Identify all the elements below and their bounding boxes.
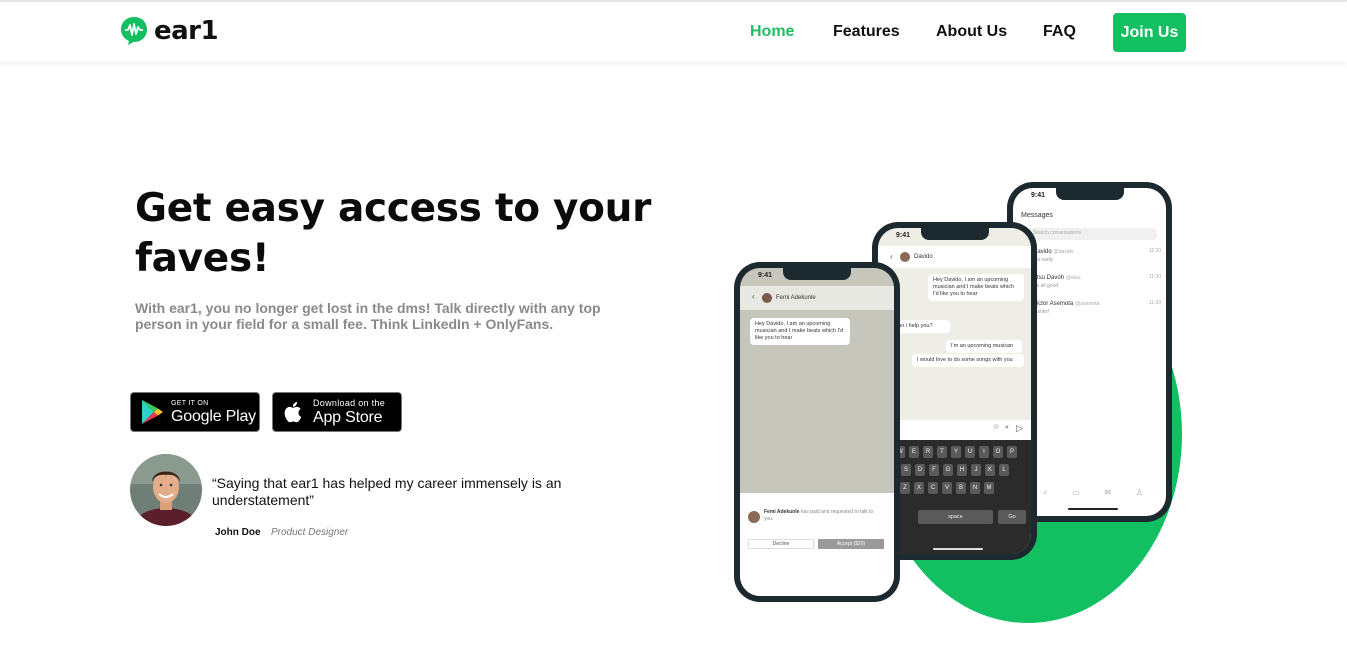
key-e[interactable]: E (909, 446, 919, 458)
chat-contact-name: Davido (914, 254, 933, 260)
key-s[interactable]: S (901, 464, 911, 476)
key-u[interactable]: U (965, 446, 975, 458)
testimonial-role: Product Designer (271, 527, 349, 538)
google-play-icon (142, 400, 163, 424)
testimonial-author: John Doe (215, 527, 261, 538)
go-key[interactable]: Go (998, 510, 1026, 524)
conversation-item[interactable]: Victor Asemota @asemota 11:30 thanks! (1033, 300, 1161, 326)
key-j[interactable]: J (971, 464, 981, 476)
back-icon[interactable]: ‹ (752, 292, 755, 301)
decline-button[interactable]: Decline (748, 539, 814, 549)
key-b[interactable]: B (956, 482, 966, 494)
hero-subtext: With ear1, you no longer get lost in the… (135, 300, 601, 332)
messages-title: Messages (1021, 212, 1053, 219)
profile-icon[interactable]: ♙ (1136, 488, 1143, 498)
key-m[interactable]: M (984, 482, 994, 494)
google-play-label: Google Play (171, 407, 256, 425)
key-h[interactable]: H (957, 464, 967, 476)
contact-avatar (900, 252, 910, 262)
contact-avatar (762, 293, 772, 303)
google-play-small-label: GET IT ON (171, 399, 209, 407)
status-time: 9:41 (1031, 192, 1046, 199)
status-time: 9:41 (896, 232, 911, 239)
key-o[interactable]: O (993, 446, 1003, 458)
attach-icon[interactable]: ⊘ (993, 423, 999, 431)
request-sheet: Femi Adekunle has paid and requested to … (740, 493, 894, 596)
key-r[interactable]: R (923, 446, 933, 458)
conversation-list: Davido @davido 11:30 not really Atsu Dav… (1033, 248, 1161, 326)
nav-faq[interactable]: FAQ (1043, 23, 1076, 41)
key-g[interactable]: G (943, 464, 953, 476)
nav-about-us[interactable]: About Us (936, 23, 1007, 41)
testimonial-avatar (130, 454, 202, 526)
conversation-item[interactable]: Davido @davido 11:30 not really (1033, 248, 1161, 274)
app-store-small-label: Download on the (313, 397, 386, 408)
chat-message: Hey Davido, I am an upcoming musician an… (928, 274, 1024, 301)
keyboard: QWERTYUIOPASDFGHJKLZXCVBNM space Go (878, 440, 1031, 554)
app-store-label: App Store (313, 408, 383, 426)
back-icon[interactable]: ‹ (890, 252, 893, 261)
message-input[interactable]: ▷ ● ⊘ (878, 420, 1031, 440)
search-icon[interactable]: ⌕ (1043, 488, 1047, 498)
tab-bar: ⌕ ▭ ✉ ♙ (1043, 488, 1143, 498)
key-v[interactable]: V (942, 482, 952, 494)
hero-headline: Get easy access to your faves! (135, 186, 652, 281)
google-play-button[interactable]: GET IT ON Google Play (130, 392, 260, 432)
chat-message: I'm an upcoming musican (946, 340, 1022, 353)
key-c[interactable]: C (928, 482, 938, 494)
key-x[interactable]: X (914, 482, 924, 494)
key-p[interactable]: P (1007, 446, 1017, 458)
key-k[interactable]: K (985, 464, 995, 476)
phone-request: 9:41 ‹ Femi Adekunle Hey Davido, I am an… (734, 262, 900, 602)
navbar: ear1 Home Features About Us FAQ Join Us (0, 2, 1347, 62)
key-n[interactable]: N (970, 482, 980, 494)
logo[interactable]: ear1 (120, 16, 219, 46)
key-i[interactable]: I (979, 446, 989, 458)
conversation-item[interactable]: Atsu Davoh @atsu 11:30 It's all good (1033, 274, 1161, 300)
media-icon[interactable]: ▭ (1072, 488, 1080, 498)
request-contact-name: Femi Adekunle (776, 295, 816, 301)
join-us-button[interactable]: Join Us (1113, 13, 1186, 52)
logo-icon (121, 17, 147, 45)
accept-button[interactable]: Accept ($20) (818, 539, 884, 549)
nav-home[interactable]: Home (750, 23, 794, 41)
mic-icon[interactable]: ● (1005, 424, 1009, 431)
key-t[interactable]: T (937, 446, 947, 458)
conversation-search-input[interactable]: Search conversations (1027, 228, 1157, 240)
status-time: 9:41 (758, 272, 773, 279)
app-store-button[interactable]: Download on the App Store (272, 392, 402, 432)
key-f[interactable]: F (929, 464, 939, 476)
testimonial-quote: “Saying that ear1 has helped my career i… (212, 475, 562, 508)
key-y[interactable]: Y (951, 446, 961, 458)
send-icon[interactable]: ▷ (1016, 423, 1023, 434)
request-message: Hey Davido, I am an upcoming musician an… (750, 318, 850, 345)
nav-features[interactable]: Features (833, 23, 900, 41)
chat-message: I would love to do some songs with you (912, 354, 1024, 367)
key-d[interactable]: D (915, 464, 925, 476)
key-z[interactable]: Z (900, 482, 910, 494)
logo-text: ear1 (154, 16, 219, 46)
mail-icon[interactable]: ✉ (1104, 488, 1111, 498)
apple-icon (284, 402, 302, 423)
space-key[interactable]: space (918, 510, 993, 524)
key-l[interactable]: L (999, 464, 1009, 476)
